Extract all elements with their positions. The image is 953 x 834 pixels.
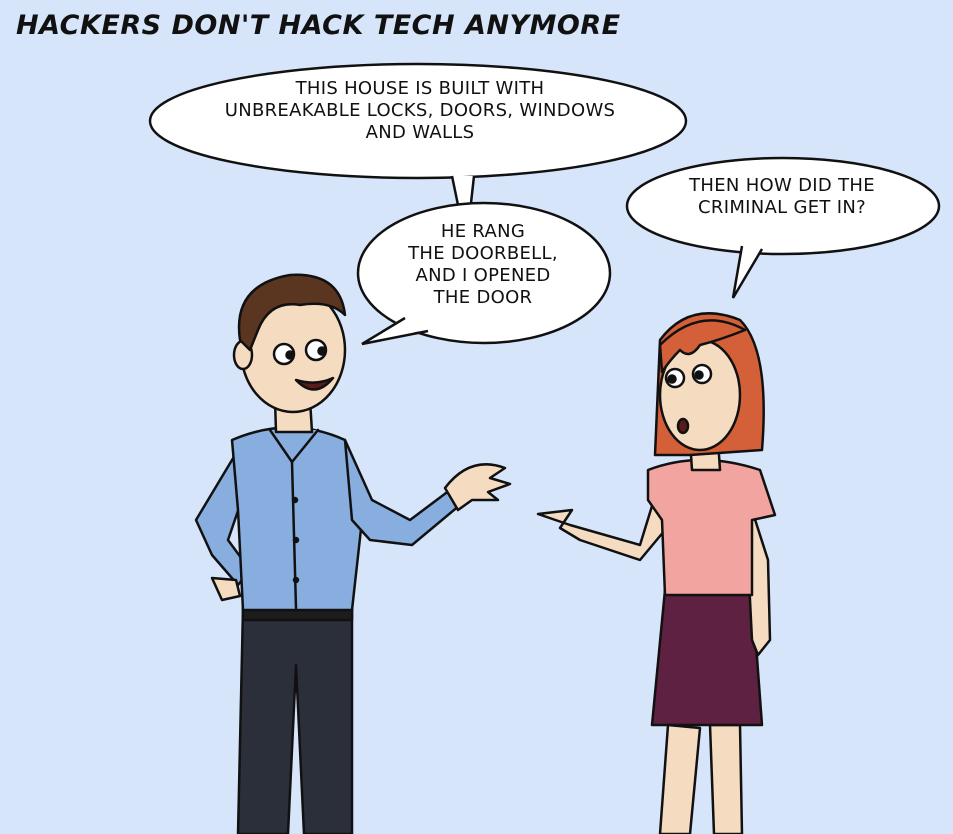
speech-text-woman: THEN HOW DID THE CRIMINAL GET IN? <box>632 175 932 219</box>
speech-line: THE DOOR <box>433 287 533 308</box>
speech-line: THIS HOUSE IS BUILT WITH <box>295 78 545 99</box>
speech-text-man: HE RANG THE DOORBELL, AND I OPENED THE D… <box>363 221 603 309</box>
speech-line: CRIMINAL GET IN? <box>698 197 866 218</box>
speech-line: HE RANG <box>440 221 526 242</box>
speech-line: AND I OPENED <box>415 265 551 286</box>
comic-panel: HACKERS DON'T HACK TECH ANYMORE THIS HOU… <box>0 0 953 834</box>
speech-line: THE DOORBELL, <box>408 243 558 264</box>
speech-line: AND WALLS <box>365 122 475 143</box>
speech-line: THEN HOW DID THE <box>689 175 875 196</box>
speech-line: UNBREAKABLE LOCKS, DOORS, WINDOWS <box>224 100 616 121</box>
woman-character <box>536 312 777 834</box>
comic-title: HACKERS DON'T HACK TECH ANYMORE <box>16 10 621 41</box>
speech-text-house: THIS HOUSE IS BUILT WITH UNBREAKABLE LOC… <box>160 78 680 144</box>
man-character <box>194 273 512 834</box>
